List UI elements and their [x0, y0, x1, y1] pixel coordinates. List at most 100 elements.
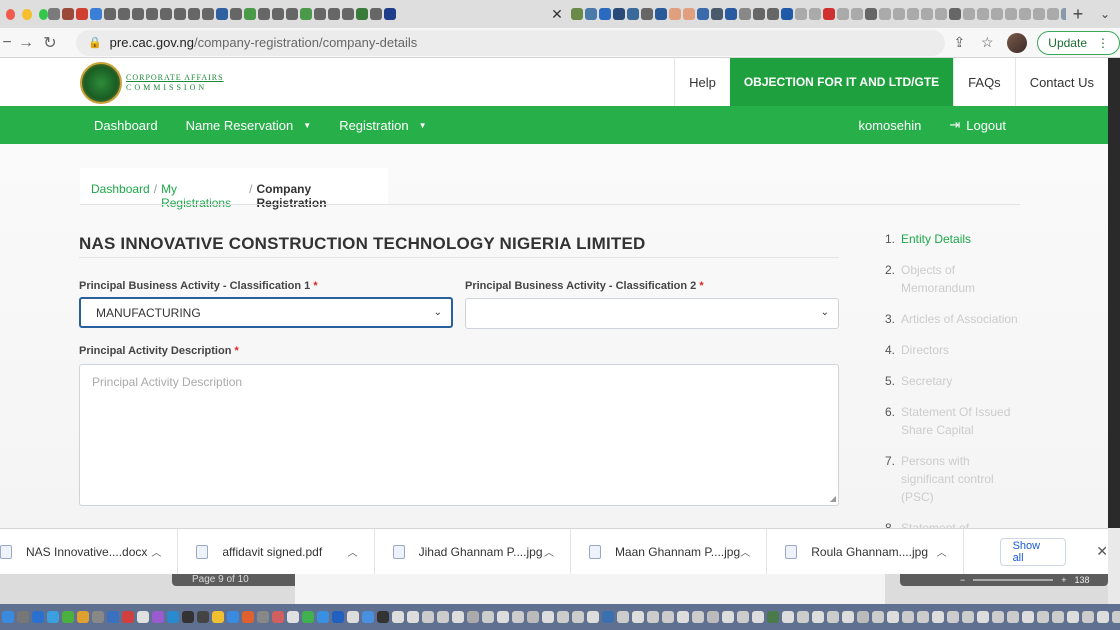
tab-favicon-icon[interactable] [384, 8, 396, 20]
dock-app-icon[interactable] [902, 611, 914, 623]
dock-app-icon[interactable] [932, 611, 944, 623]
address-bar[interactable]: 🔒 pre.cac.gov.ng /company-registration/c… [75, 29, 946, 56]
tab-favicon-icon[interactable] [711, 8, 723, 20]
dock-app-icon[interactable] [1097, 611, 1109, 623]
tab-favicon-icon[interactable] [174, 8, 186, 20]
dock-app-icon[interactable] [737, 611, 749, 623]
tab-favicon-icon[interactable] [1005, 8, 1017, 20]
dock-app-icon[interactable] [227, 611, 239, 623]
download-item[interactable]: NAS Innovative....docx ︿ [0, 528, 179, 575]
close-downloads-icon[interactable]: ✕ [1096, 543, 1108, 560]
resize-handle-icon[interactable]: ◢ [830, 494, 836, 503]
dock-app-icon[interactable] [362, 611, 374, 623]
zoom-slider[interactable] [973, 579, 1054, 581]
dock-app-icon[interactable] [92, 611, 104, 623]
dock-app-icon[interactable] [152, 611, 164, 623]
tab-favicon-icon[interactable] [90, 8, 102, 20]
dock-app-icon[interactable] [437, 611, 449, 623]
tab-favicon-icon[interactable] [146, 8, 158, 20]
dock-app-icon[interactable] [662, 611, 674, 623]
dock-app-icon[interactable] [842, 611, 854, 623]
dock-app-icon[interactable] [1112, 611, 1120, 623]
classification-2-select[interactable]: ⌄ [465, 298, 839, 329]
dock-app-icon[interactable] [332, 611, 344, 623]
kebab-menu-icon[interactable]: ⋮ [1097, 36, 1109, 50]
nav-logout[interactable]: ⇥ Logout [935, 117, 1020, 133]
tab-favicon-icon[interactable] [655, 8, 667, 20]
download-item[interactable]: Jihad Ghannam P....jpg ︿ [375, 528, 571, 575]
chevron-up-icon[interactable]: ︿ [348, 544, 358, 559]
back-arrow-icon[interactable]: − [0, 34, 14, 52]
dock-app-icon[interactable] [257, 611, 269, 623]
step-item[interactable]: 3. Articles of Association [885, 310, 1025, 328]
tab-favicon-icon[interactable] [272, 8, 284, 20]
tab-favicon-icon[interactable] [823, 8, 835, 20]
tab-favicon-icon[interactable] [571, 8, 583, 20]
dock-app-icon[interactable] [782, 611, 794, 623]
dock-app-icon[interactable] [797, 611, 809, 623]
tab-favicon-icon[interactable] [585, 8, 597, 20]
download-item[interactable]: affidavit signed.pdf ︿ [178, 528, 375, 575]
tab-favicon-icon[interactable] [641, 8, 653, 20]
tab-favicon-icon[interactable] [244, 8, 256, 20]
step-item[interactable]: 8. Statement of [885, 519, 1025, 528]
dock-app-icon[interactable] [557, 611, 569, 623]
tab-favicon-icon[interactable] [132, 8, 144, 20]
zoom-in-icon[interactable]: + [1061, 575, 1066, 585]
dock-app-icon[interactable] [632, 611, 644, 623]
faqs-link[interactable]: FAQs [953, 58, 1015, 106]
dock-app-icon[interactable] [917, 611, 929, 623]
dock-app-icon[interactable] [647, 611, 659, 623]
forward-arrow-icon[interactable]: → [14, 34, 38, 52]
dock-app-icon[interactable] [542, 611, 554, 623]
show-all-button[interactable]: Show all [999, 537, 1067, 566]
dock-app-icon[interactable] [707, 611, 719, 623]
share-icon[interactable]: ⇪ [945, 34, 973, 51]
dock-app-icon[interactable] [857, 611, 869, 623]
dock-app-icon[interactable] [947, 611, 959, 623]
tab-favicon-icon[interactable] [328, 8, 340, 20]
download-item[interactable]: Maan Ghannam P....jpg ︿ [571, 528, 768, 575]
tab-favicon-icon[interactable] [1047, 8, 1059, 20]
dock-app-icon[interactable] [272, 611, 284, 623]
objection-link[interactable]: OBJECTION FOR IT AND LTD/GTE [729, 58, 954, 106]
minimize-window-button[interactable] [22, 8, 32, 20]
tab-favicon-icon[interactable] [907, 8, 919, 20]
tab-favicon-icon[interactable] [837, 8, 849, 20]
tab-favicon-icon[interactable] [809, 8, 821, 20]
tab-favicon-icon[interactable] [62, 8, 74, 20]
tab-favicon-icon[interactable] [314, 8, 326, 20]
dock-app-icon[interactable] [1082, 611, 1094, 623]
tab-favicon-icon[interactable] [48, 8, 60, 20]
dock-app-icon[interactable] [527, 611, 539, 623]
dock-app-icon[interactable] [1022, 611, 1034, 623]
dock-app-icon[interactable] [1007, 611, 1019, 623]
dock-app-icon[interactable] [197, 611, 209, 623]
tab-favicon-icon[interactable] [188, 8, 200, 20]
dock-app-icon[interactable] [392, 611, 404, 623]
dock-app-icon[interactable] [887, 611, 899, 623]
dock-app-icon[interactable] [242, 611, 254, 623]
dock-app-icon[interactable] [467, 611, 479, 623]
dock-app-icon[interactable] [572, 611, 584, 623]
tab-favicon-icon[interactable] [104, 8, 116, 20]
dock-app-icon[interactable] [137, 611, 149, 623]
tab-favicon-icon[interactable] [202, 8, 214, 20]
dock-app-icon[interactable] [1037, 611, 1049, 623]
dock-app-icon[interactable] [512, 611, 524, 623]
tab-favicon-icon[interactable] [627, 8, 639, 20]
dock-app-icon[interactable] [1052, 611, 1064, 623]
dock-app-icon[interactable] [47, 611, 59, 623]
cac-logo[interactable]: CORPORATE AFFAIRS COMMISSION [80, 62, 224, 104]
dock-app-icon[interactable] [872, 611, 884, 623]
chevron-up-icon[interactable]: ︿ [937, 544, 947, 559]
nav-dashboard[interactable]: Dashboard [80, 118, 172, 133]
active-tab-close-icon[interactable]: ✕ [543, 6, 571, 23]
tab-favicon-icon[interactable] [893, 8, 905, 20]
dock-app-icon[interactable] [767, 611, 779, 623]
dock-app-icon[interactable] [182, 611, 194, 623]
tab-favicon-icon[interactable] [697, 8, 709, 20]
tab-favicon-icon[interactable] [949, 8, 961, 20]
close-window-button[interactable] [6, 8, 16, 20]
breadcrumb-dashboard[interactable]: Dashboard [91, 182, 150, 196]
